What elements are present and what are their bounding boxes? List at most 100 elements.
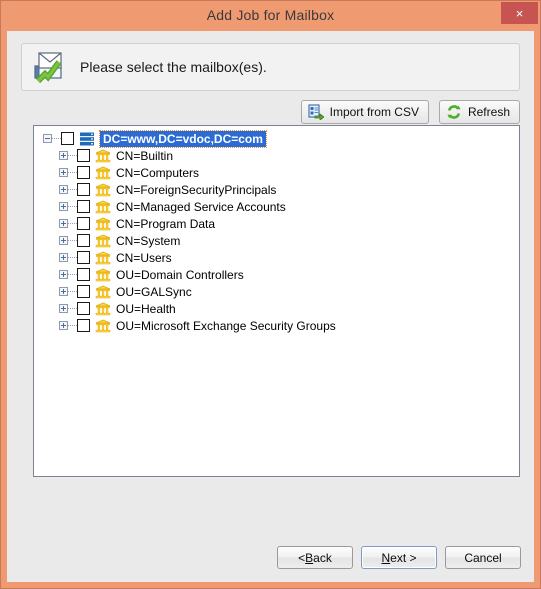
expander-plus-icon[interactable] (59, 219, 68, 228)
tree-node-label: OU=Health (116, 301, 176, 316)
window-title: Add Job for Mailbox (206, 6, 335, 23)
tree-checkbox-root[interactable] (61, 132, 74, 145)
tree-node-label: OU=GALSync (116, 284, 192, 299)
tree-node[interactable]: OU=Domain Controllers (34, 266, 519, 283)
tree-node-label: OU=Microsoft Exchange Security Groups (116, 318, 336, 333)
tree-checkbox[interactable] (77, 217, 90, 230)
tree-connector (68, 290, 77, 293)
tree-node-label: CN=Users (116, 250, 172, 265)
expander-minus-icon[interactable] (43, 134, 52, 143)
tree-connector (52, 137, 61, 140)
expander-plus-icon[interactable] (59, 287, 68, 296)
tree-checkbox[interactable] (77, 268, 90, 281)
ou-icon (95, 200, 111, 214)
cancel-label: Cancel (464, 550, 502, 565)
ou-icon (95, 234, 111, 248)
tree-checkbox[interactable] (77, 251, 90, 264)
back-label-mnemonic: B (305, 550, 314, 565)
ou-icon (95, 302, 111, 316)
cancel-button[interactable]: Cancel (445, 546, 521, 569)
tree-connector (68, 307, 77, 310)
tree-node-label: OU=Domain Controllers (116, 267, 244, 282)
expander-plus-icon[interactable] (59, 202, 68, 211)
expander-plus-icon[interactable] (59, 304, 68, 313)
tree-node[interactable]: OU=GALSync (34, 283, 519, 300)
tree-node[interactable]: CN=Computers (34, 164, 519, 181)
tree-node[interactable]: CN=Users (34, 249, 519, 266)
tree-node-label: CN=Computers (116, 165, 200, 180)
tree-checkbox[interactable] (77, 302, 90, 315)
tree-connector (68, 273, 77, 276)
ou-icon (95, 149, 111, 163)
dialog-window: Add Job for Mailbox × Please select the … (0, 0, 541, 589)
ou-icon (95, 217, 111, 231)
ou-icon (95, 268, 111, 282)
tree-node[interactable]: CN=Program Data (34, 215, 519, 232)
tree-node-root[interactable]: DC=www,DC=vdoc,DC=com (34, 129, 519, 148)
back-button[interactable]: < Back (277, 546, 353, 569)
tree-checkbox[interactable] (77, 285, 90, 298)
expander-plus-icon[interactable] (59, 321, 68, 330)
tree-connector (68, 239, 77, 242)
expander-plus-icon[interactable] (59, 253, 68, 262)
tree-node-label: CN=Program Data (116, 216, 216, 231)
server-icon (79, 132, 95, 146)
tree-connector (68, 205, 77, 208)
close-icon: × (515, 5, 524, 21)
tree-node[interactable]: CN=Managed Service Accounts (34, 198, 519, 215)
tree-node[interactable]: CN=ForeignSecurityPrincipals (34, 181, 519, 198)
tree-checkbox[interactable] (77, 149, 90, 162)
import-csv-icon (308, 104, 325, 121)
refresh-label: Refresh (467, 105, 510, 119)
tree-connector (68, 324, 77, 327)
tree-node[interactable]: CN=System (34, 232, 519, 249)
ou-icon (95, 319, 111, 333)
instruction-banner: Please select the mailbox(es). (21, 43, 520, 91)
directory-tree-panel[interactable]: DC=www,DC=vdoc,DC=com CN=Builtin CN=Comp… (33, 125, 520, 477)
tree-node[interactable]: CN=Builtin (34, 147, 519, 164)
tree-connector (68, 171, 77, 174)
expander-plus-icon[interactable] (59, 168, 68, 177)
title-bar: Add Job for Mailbox × (1, 1, 540, 28)
tree-node-label: CN=Builtin (116, 148, 174, 163)
dialog-footer: < Back Next > Cancel (277, 546, 521, 569)
directory-tree: DC=www,DC=vdoc,DC=com CN=Builtin CN=Comp… (34, 126, 519, 334)
tree-checkbox[interactable] (77, 166, 90, 179)
expander-plus-icon[interactable] (59, 151, 68, 160)
mailbox-check-icon (32, 50, 68, 84)
tree-checkbox[interactable] (77, 200, 90, 213)
tree-connector (68, 154, 77, 157)
expander-plus-icon[interactable] (59, 236, 68, 245)
tree-checkbox[interactable] (77, 234, 90, 247)
back-label-post: ack (313, 550, 332, 565)
ou-icon (95, 285, 111, 299)
tree-node-label: CN=ForeignSecurityPrincipals (116, 182, 277, 197)
tree-connector (68, 188, 77, 191)
next-label-post: ext > (390, 550, 417, 565)
import-from-csv-label: Import from CSV (329, 105, 419, 119)
tree-checkbox[interactable] (77, 183, 90, 196)
tree-connector (68, 222, 77, 225)
tree-node[interactable]: OU=Health (34, 300, 519, 317)
dialog-body: Please select the mailbox(es). Import fr… (7, 31, 534, 582)
instruction-text: Please select the mailbox(es). (80, 59, 267, 75)
tree-node-label: DC=www,DC=vdoc,DC=com (99, 129, 267, 148)
close-button[interactable]: × (501, 2, 538, 24)
tree-node[interactable]: OU=Microsoft Exchange Security Groups (34, 317, 519, 334)
tree-connector (68, 256, 77, 259)
ou-icon (95, 251, 111, 265)
import-from-csv-button[interactable]: Import from CSV (300, 100, 429, 124)
back-label-pre: < (298, 550, 306, 565)
tree-node-label: CN=System (116, 233, 181, 248)
tree-node-label: CN=Managed Service Accounts (116, 199, 286, 214)
next-label-mnemonic: N (381, 550, 391, 565)
ou-icon (95, 166, 111, 180)
expander-plus-icon[interactable] (59, 270, 68, 279)
refresh-button[interactable]: Refresh (438, 100, 520, 124)
ou-icon (95, 183, 111, 197)
next-button[interactable]: Next > (361, 546, 437, 569)
toolbar: Import from CSV Refresh (300, 100, 520, 124)
tree-checkbox[interactable] (77, 319, 90, 332)
refresh-icon (446, 104, 462, 120)
expander-plus-icon[interactable] (59, 185, 68, 194)
